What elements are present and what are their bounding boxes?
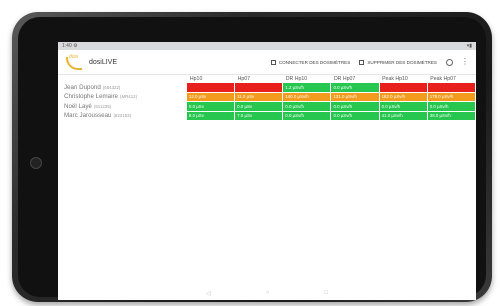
worker-name: Marc Jarousseau bbox=[64, 112, 112, 120]
header-peak-hp10: Peak Hp10 bbox=[382, 76, 408, 82]
recents-icon[interactable]: □ bbox=[324, 290, 328, 296]
dose-cell: 182.0 µSv/h bbox=[379, 92, 428, 102]
back-icon[interactable]: ◁ bbox=[206, 290, 211, 297]
header-dr-hp10: DR Hp10 bbox=[285, 76, 308, 82]
worker-name: Jean Dupond bbox=[64, 84, 101, 91]
dose-cell: 140.0 µSv/h bbox=[282, 92, 332, 102]
worker-name-cell: Marc Jarousseau (622153) bbox=[64, 111, 187, 121]
dose-cell bbox=[186, 83, 236, 93]
worker-name: Christophe Lemaire bbox=[64, 93, 118, 101]
gear-icon[interactable] bbox=[446, 58, 453, 66]
header-name bbox=[64, 75, 187, 83]
dose-cell: 0.0 µSv/h bbox=[330, 83, 380, 93]
connect-dosimeters-label: CONNECTER DES DOSIMÈTRES bbox=[278, 59, 351, 65]
dose-cell: 0.0 µSv bbox=[186, 101, 236, 112]
dose-cell: 0.0 µSv/h bbox=[427, 101, 476, 112]
logo-tag: dosi bbox=[69, 54, 79, 60]
dose-cell: 11.0 µSv bbox=[234, 92, 284, 102]
dose-cell bbox=[234, 83, 284, 93]
app-bar: dosi dosiLIVE CONNECTER DES DOSIMÈTRES S… bbox=[58, 50, 476, 75]
table-row[interactable]: Marc Jarousseau (622153) 8.0 µSv 7.0 µSv 0.0… bbox=[64, 111, 476, 121]
status-time: 1:40 ⚙ bbox=[62, 43, 78, 49]
camera-icon bbox=[30, 157, 42, 169]
worker-name-cell: Jean Dupond (654322) bbox=[64, 83, 187, 92]
dose-cell: 0.0 µSv/h bbox=[379, 101, 428, 112]
dose-cell: 131.0 µSv/h bbox=[330, 92, 380, 102]
dosimeter-id: (MR412) bbox=[120, 94, 138, 100]
dose-cell: 41.0 µSv/h bbox=[379, 111, 428, 121]
status-bar: 1:40 ⚙ ▾▮ bbox=[58, 42, 476, 50]
dose-cell: 0.0 µSv/h bbox=[330, 101, 380, 112]
trash-icon bbox=[359, 59, 365, 65]
app-logo: dosi bbox=[66, 54, 84, 70]
dose-cell: 12.0 µSv bbox=[186, 92, 236, 102]
home-icon[interactable]: ○ bbox=[266, 290, 270, 296]
worker-name-cell: Christophe Lemaire (MR412) bbox=[64, 92, 187, 102]
worker-name-cell: Noël Layé (611235) bbox=[64, 102, 187, 112]
dose-cell bbox=[427, 83, 476, 93]
dosimeter-id: (622153) bbox=[113, 113, 132, 119]
dose-cell: 178.0 µSv/h bbox=[427, 92, 476, 102]
header-dr-hp07: DR Hp07 bbox=[333, 76, 356, 82]
dose-cell: 0.0 µSv/h bbox=[330, 111, 380, 121]
worker-name: Noël Layé bbox=[64, 102, 92, 110]
header-hp10: Hp10 bbox=[189, 76, 203, 82]
table-row[interactable]: Jean Dupond (654322) 1.2 µSv/h 0.0 µSv/h bbox=[64, 83, 476, 93]
table-header-row: Hp10 Hp07 DR Hp10 DR Hp07 Peak Hp10 Peak… bbox=[64, 75, 476, 83]
dose-cell: 0.0 µSv bbox=[234, 101, 284, 112]
status-icons: ▾▮ bbox=[466, 43, 472, 49]
table-row[interactable]: Noël Layé (611235) 0.0 µSv 0.0 µSv 0.0 µSv/h… bbox=[64, 101, 476, 112]
delete-dosimeters-label: SUPPRIMER DES DOSIMÈTRES bbox=[367, 59, 437, 65]
android-nav-bar: ◁ ○ □ bbox=[58, 286, 476, 300]
dose-cell: 8.0 µSv bbox=[186, 111, 236, 121]
header-peak-hp07: Peak Hp07 bbox=[430, 76, 456, 82]
dosimeter-id: (611235) bbox=[93, 103, 112, 109]
more-menu-icon[interactable]: ⋮ bbox=[461, 58, 469, 66]
dosimeter-id: (654322) bbox=[102, 85, 121, 90]
dose-cell: 1.2 µSv/h bbox=[282, 83, 332, 93]
header-hp07: Hp07 bbox=[237, 76, 251, 82]
connect-dosimeters-button[interactable]: CONNECTER DES DOSIMÈTRES bbox=[270, 59, 351, 65]
dosimeter-table: Hp10 Hp07 DR Hp10 DR Hp07 Peak Hp10 Peak… bbox=[64, 75, 476, 121]
dose-cell: 7.0 µSv bbox=[234, 111, 284, 121]
app-name: dosiLIVE bbox=[89, 58, 118, 66]
app-screen: 1:40 ⚙ ▾▮ dosi dosiLIVE CONNECTER DES DO… bbox=[58, 42, 476, 300]
dosimeter-icon bbox=[270, 59, 276, 65]
tablet-frame: 1:40 ⚙ ▾▮ dosi dosiLIVE CONNECTER DES DO… bbox=[12, 12, 492, 302]
dose-cell bbox=[379, 83, 428, 93]
delete-dosimeters-button[interactable]: SUPPRIMER DES DOSIMÈTRES bbox=[359, 59, 437, 65]
dose-cell: 0.0 µSv/h bbox=[282, 111, 332, 121]
dose-cell: 0.0 µSv/h bbox=[282, 101, 332, 112]
table-row[interactable]: Christophe Lemaire (MR412) 12.0 µSv 11.0 µS… bbox=[64, 92, 476, 102]
dose-cell: 38.0 µSv/h bbox=[427, 111, 476, 121]
